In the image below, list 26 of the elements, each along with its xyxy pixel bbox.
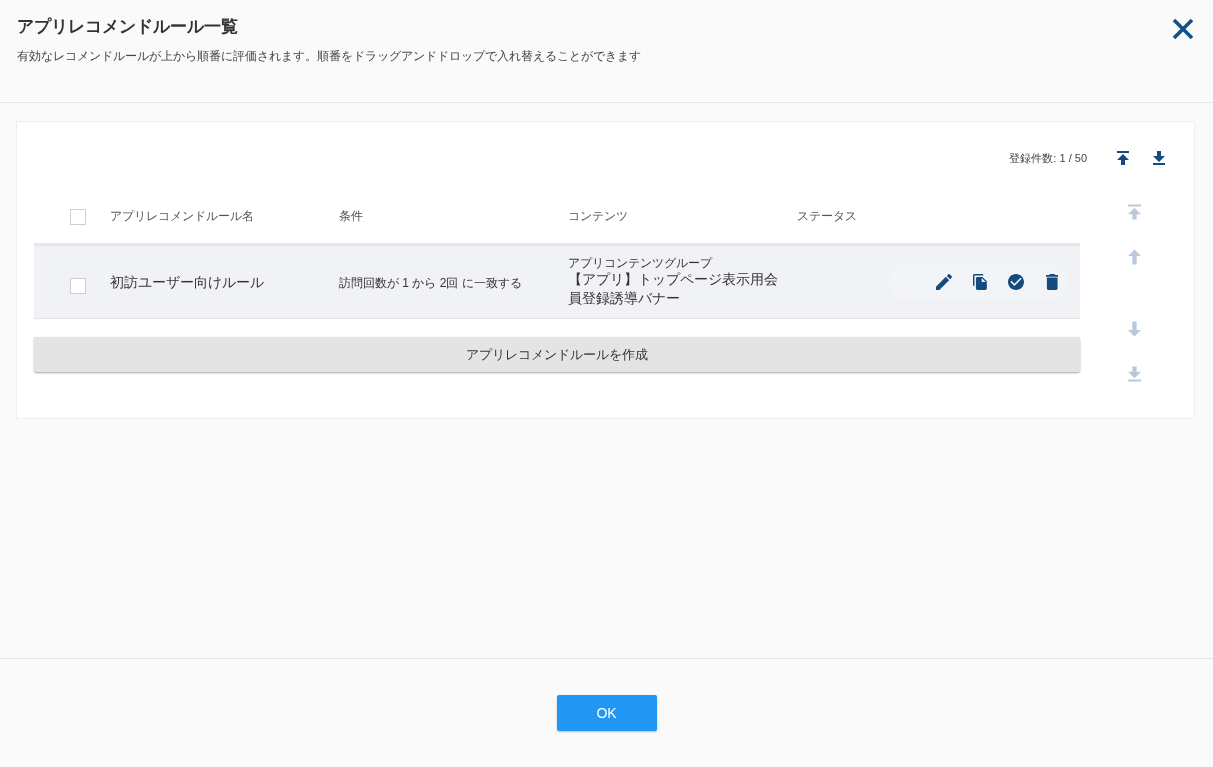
trash-icon (1045, 274, 1059, 290)
column-header: 条件 (339, 208, 363, 225)
pencil-icon (936, 274, 952, 290)
arrow-to-top-icon[interactable] (1117, 151, 1129, 165)
dialog-title: アプリレコメンドルール一覧 (17, 17, 239, 37)
arrow-to-bottom-icon[interactable] (1153, 151, 1165, 165)
rule-name: 初訪ユーザー向けルール (110, 273, 264, 290)
check-button[interactable] (1008, 274, 1024, 290)
select-all-checkbox[interactable] (70, 208, 86, 225)
row-checkbox[interactable] (70, 278, 86, 294)
edit-button[interactable] (936, 274, 952, 290)
close-button[interactable] (1172, 18, 1194, 40)
column-header: アプリレコメンドルール名 (110, 208, 254, 225)
rule-row[interactable]: 初訪ユーザー向けルール 訪問回数が 1 から 2回 に一致する アプリコンテンツグループ 【アプリ】トップページ表示用会員登録誘導バナー (34, 246, 1080, 319)
dialog-description: 有効なレコメンドルールが上から順番に評価されます。順番をドラッグアンドドロップで入れ替えることができます (17, 48, 641, 64)
documents-icon (973, 274, 987, 290)
copy-button[interactable] (972, 274, 988, 290)
rule-condition: 訪問回数が 1 から 2回 に一致する (339, 275, 522, 290)
record-count: 登録件数: 1 / 50 (1009, 150, 1087, 166)
content-group-label: アプリコンテンツグループ (568, 256, 712, 270)
column-header: コンテンツ (568, 208, 628, 225)
close-icon (1172, 18, 1194, 40)
delete-button[interactable] (1044, 274, 1060, 290)
column-header: ステータス (797, 208, 857, 225)
create-rule-button[interactable]: アプリレコメンドルールを作成 (34, 337, 1080, 372)
content-name: 【アプリ】トップページ表示用会員登録誘導バナー (568, 270, 779, 308)
